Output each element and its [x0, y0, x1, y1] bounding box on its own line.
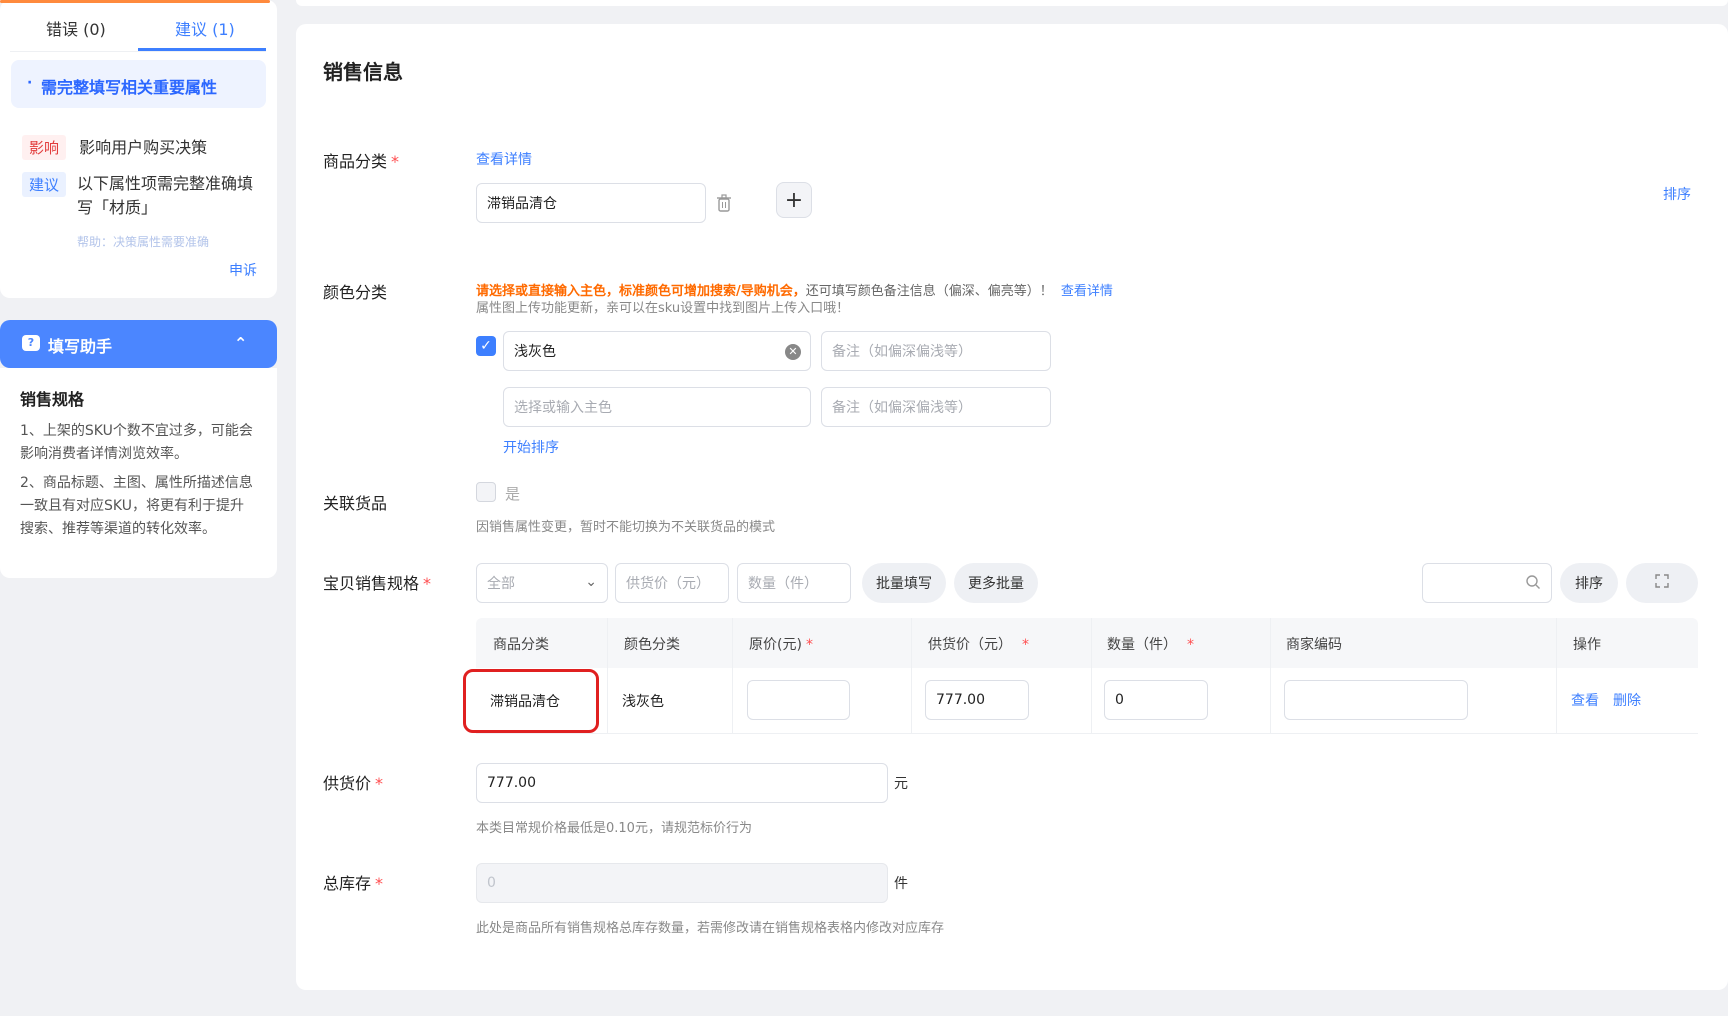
highlight-annotation	[463, 669, 599, 733]
plus-icon: +	[784, 187, 804, 213]
assistant-header[interactable]: ? 填写助手 ⌄	[0, 320, 277, 368]
batch-qty-input[interactable]: 数量（件）	[737, 563, 851, 603]
trash-icon[interactable]	[716, 194, 732, 216]
row-original-price-input[interactable]	[747, 680, 850, 720]
sku-filter-select[interactable]: 全部 ⌄	[476, 563, 608, 603]
color-view-detail-link[interactable]: 查看详情	[1061, 284, 1113, 299]
color-notice-2: 属性图上传功能更新，亲可以在sku设置中找到图片上传入口哦！	[476, 301, 850, 316]
impact-tag: 影响	[22, 135, 67, 160]
tab-errors[interactable]: 错误 (0)	[46, 16, 106, 40]
assistant-tip-2: 2、商品标题、主图、属性所描述信息一致且有对应SKU，将更有利于提升搜索、推荐等…	[20, 475, 253, 537]
add-category-button[interactable]: +	[776, 182, 812, 218]
col-divider	[1556, 618, 1557, 734]
total-stock-label: 总库存 *	[323, 874, 384, 893]
related-goods-checkbox-label: 是	[505, 485, 521, 503]
top-accent-bar	[0, 0, 270, 3]
tab-suggestions[interactable]: 建议 (1)	[175, 16, 235, 40]
color-row1-input[interactable]: 浅灰色 ✕	[503, 331, 811, 371]
suggestion-title: 需完整填写相关重要属性	[41, 78, 218, 97]
sku-table-header: 商品分类 颜色分类 原价(元) * 供货价（元） * 数量（件） * 商家编码 操作	[476, 618, 1698, 668]
assistant-tip-1: 1、上架的SKU个数不宜过多，可能会影响消费者详情浏览效率。	[20, 423, 253, 462]
col-merchant-code: 商家编码	[1286, 637, 1342, 653]
row-quantity-input[interactable]: 0	[1104, 680, 1208, 720]
col-supply-price: 供货价（元） *	[928, 637, 1029, 653]
sku-search-input[interactable]	[1422, 563, 1552, 603]
supply-price-label: 供货价 *	[323, 774, 384, 793]
fullscreen-icon	[1655, 574, 1669, 592]
assistant-title: 填写助手	[48, 337, 113, 356]
row-supply-price-input[interactable]: 777.00	[925, 680, 1029, 720]
col-divider	[607, 618, 608, 734]
col-divider	[1270, 618, 1271, 734]
row-merchant-code-input[interactable]	[1284, 680, 1468, 720]
help-faded-text: 帮助：决策属性需要准确	[77, 235, 210, 249]
section-title: 销售信息	[323, 60, 403, 84]
suggestion-item[interactable]: · 需完整填写相关重要属性	[11, 60, 266, 108]
supply-price-input[interactable]: 777.00	[476, 763, 888, 803]
supply-price-unit: 元	[894, 776, 908, 792]
total-stock-unit: 件	[894, 876, 908, 892]
col-quantity: 数量（件） *	[1107, 637, 1194, 653]
related-goods-label: 关联货品	[323, 494, 388, 513]
category-view-detail-link[interactable]: 查看详情	[476, 149, 532, 169]
category-label: 商品分类 *	[323, 152, 400, 171]
tab-bar: 错误 (0) 建议 (1)	[10, 8, 266, 52]
tab-active-underline	[138, 48, 266, 51]
appeal-link[interactable]: 申诉	[229, 260, 257, 280]
previous-card-bottom	[296, 0, 1728, 6]
col-category: 商品分类	[493, 637, 549, 653]
sku-sort-button[interactable]: 排序	[1560, 563, 1618, 603]
total-stock-hint: 此处是商品所有销售规格总库存数量，若需修改请在销售规格表格内修改对应库存	[476, 921, 945, 936]
assistant-body: 销售规格 1、上架的SKU个数不宜过多，可能会影响消费者详情浏览效率。 2、商品…	[0, 368, 277, 578]
col-original-price: 原价(元) *	[749, 637, 813, 653]
col-actions: 操作	[1573, 637, 1601, 653]
chevron-up-icon[interactable]: ⌄	[234, 333, 247, 352]
row-color: 浅灰色	[622, 694, 664, 710]
sku-label: 宝贝销售规格 *	[323, 574, 432, 593]
chat-icon: ?	[22, 335, 40, 351]
col-color: 颜色分类	[624, 637, 680, 653]
fullscreen-button[interactable]	[1626, 563, 1698, 603]
col-divider	[732, 618, 733, 734]
bullet-icon: ·	[27, 75, 33, 91]
related-goods-checkbox[interactable]	[476, 482, 496, 502]
color-label: 颜色分类	[323, 283, 388, 302]
assistant-section-title: 销售规格	[20, 390, 85, 409]
supply-price-hint: 本类目常规价格最低是0.10元，请规范标价行为	[476, 821, 752, 836]
advice-tag: 建议	[22, 172, 67, 197]
search-icon[interactable]	[1525, 574, 1541, 594]
color-row2-input[interactable]: 选择或输入主色	[503, 387, 811, 427]
clear-icon[interactable]: ✕	[785, 344, 801, 360]
total-stock-input: 0	[476, 863, 888, 903]
color-row2-remark-input[interactable]: 备注（如偏深偏浅等）	[821, 387, 1051, 427]
color-row1-remark-input[interactable]: 备注（如偏深偏浅等）	[821, 331, 1051, 371]
more-batch-button[interactable]: 更多批量	[954, 563, 1038, 603]
category-input[interactable]: 滞销品清仓	[476, 183, 706, 223]
batch-price-input[interactable]: 供货价（元）	[615, 563, 729, 603]
chevron-down-icon: ⌄	[585, 574, 597, 590]
color-row1-checkbox[interactable]: ✓	[476, 336, 496, 356]
col-divider	[911, 618, 912, 734]
impact-row: 影响 影响用户购买决策	[22, 135, 207, 160]
col-divider	[1091, 618, 1092, 734]
impact-text: 影响用户购买决策	[79, 138, 208, 157]
related-goods-hint: 因销售属性变更，暂时不能切换为不关联货品的模式	[476, 520, 776, 535]
advice-text: 以下属性项需完整准确填写「材质」	[77, 174, 254, 217]
batch-fill-button[interactable]: 批量填写	[862, 563, 946, 603]
start-sort-link[interactable]: 开始排序	[503, 437, 559, 457]
row-view-link[interactable]: 查看	[1571, 690, 1599, 710]
row-delete-link[interactable]: 删除	[1613, 690, 1641, 710]
category-sort-link[interactable]: 排序	[1663, 184, 1691, 204]
